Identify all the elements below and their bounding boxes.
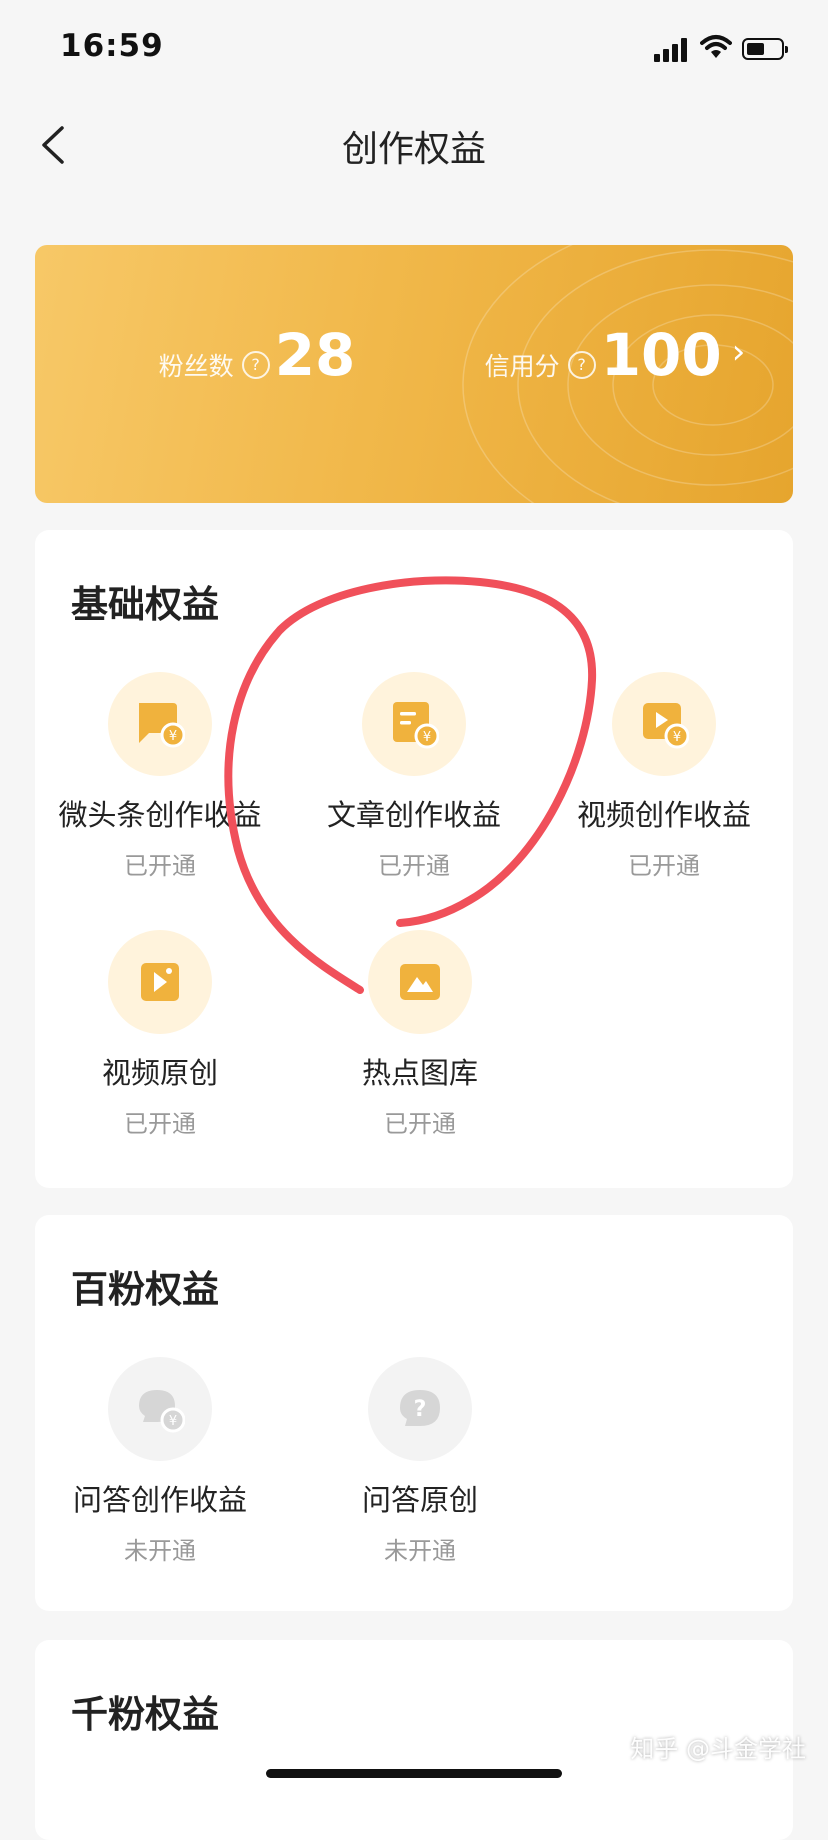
section-title: 基础权益 — [71, 583, 219, 626]
benefit-item-video-original[interactable]: 视频原创 已开通 — [35, 930, 285, 1139]
stats-banner: 粉丝数 ? 28 信用分 ? 100 › — [35, 245, 793, 503]
benefit-label: 文章创作收益 — [326, 798, 501, 832]
benefit-status: 已开通 — [384, 1110, 456, 1138]
benefit-status: 已开通 — [628, 852, 700, 880]
home-indicator[interactable] — [266, 1769, 562, 1778]
benefit-status: 已开通 — [124, 852, 196, 880]
section-title: 百粉权益 — [71, 1268, 219, 1311]
hundred-fans-rights-card: 百粉权益 ¥ 问答创作收益 未开通 ? 问答原创 未开通 — [35, 1215, 793, 1611]
benefit-item-qa-income[interactable]: ¥ 问答创作收益 未开通 — [35, 1357, 285, 1566]
fans-stat: 粉丝数 ? 28 — [107, 307, 407, 389]
chevron-right-icon[interactable]: › — [732, 332, 746, 372]
status-time: 16:59 — [60, 28, 164, 64]
chat-yuan-icon: ¥ — [139, 703, 185, 748]
fans-help-icon[interactable]: ? — [241, 351, 270, 379]
video-original-icon — [141, 963, 179, 1001]
benefit-label: 问答创作收益 — [72, 1483, 247, 1517]
status-bar: 16:59 — [0, 0, 828, 100]
cellular-signal-icon — [654, 38, 688, 62]
video-yuan-icon: ¥ — [643, 703, 689, 749]
benefit-item-hot-gallery[interactable]: 热点图库 已开通 — [295, 930, 545, 1139]
benefit-item-micro-headline[interactable]: ¥ 微头条创作收益 已开通 — [35, 672, 285, 881]
wifi-icon — [700, 35, 732, 58]
fans-value: 28 — [274, 321, 356, 389]
benefit-item-qa-original[interactable]: ? 问答原创 未开通 — [295, 1357, 545, 1566]
svg-text:¥: ¥ — [673, 730, 681, 745]
battery-icon — [742, 38, 788, 60]
credit-value: 100 — [600, 321, 722, 389]
svg-text:¥: ¥ — [423, 730, 431, 745]
image-gallery-icon — [400, 964, 440, 1000]
benefit-item-video-income[interactable]: ¥ 视频创作收益 已开通 — [539, 672, 789, 881]
section-title: 千粉权益 — [71, 1693, 219, 1736]
benefit-status: 未开通 — [384, 1537, 456, 1565]
benefit-status: 已开通 — [378, 852, 450, 880]
fans-label: 粉丝数 — [158, 352, 234, 381]
benefit-label: 微头条创作收益 — [58, 798, 262, 832]
qa-yuan-icon: ¥ — [139, 1390, 185, 1433]
svg-text:¥: ¥ — [169, 729, 177, 744]
credit-stat[interactable]: 信用分 ? 100 › — [465, 307, 765, 389]
credit-help-icon[interactable]: ? — [567, 351, 596, 379]
page-title: 创作权益 — [341, 129, 486, 170]
benefit-label: 问答原创 — [361, 1483, 478, 1517]
benefit-status: 未开通 — [124, 1537, 196, 1565]
benefit-label: 视频原创 — [101, 1056, 218, 1090]
benefit-label: 视频创作收益 — [576, 798, 751, 832]
article-yuan-icon: ¥ — [393, 702, 439, 749]
credit-label: 信用分 — [484, 352, 560, 381]
basic-rights-card: 基础权益 ¥ 微头条创作收益 已开通 ¥ 文章创作收益 已开通 ¥ 视频创作收益… — [35, 530, 793, 1188]
nav-bar: 创作权益 — [0, 100, 828, 190]
watermark: 知乎 @斗金学社 — [630, 1735, 806, 1763]
svg-text:?: ? — [414, 1397, 427, 1422]
benefit-status: 已开通 — [124, 1110, 196, 1138]
benefit-label: 热点图库 — [361, 1056, 478, 1090]
benefit-item-article[interactable]: ¥ 文章创作收益 已开通 — [289, 672, 539, 881]
svg-text:¥: ¥ — [169, 1414, 177, 1429]
qa-original-icon: ? — [400, 1390, 440, 1426]
